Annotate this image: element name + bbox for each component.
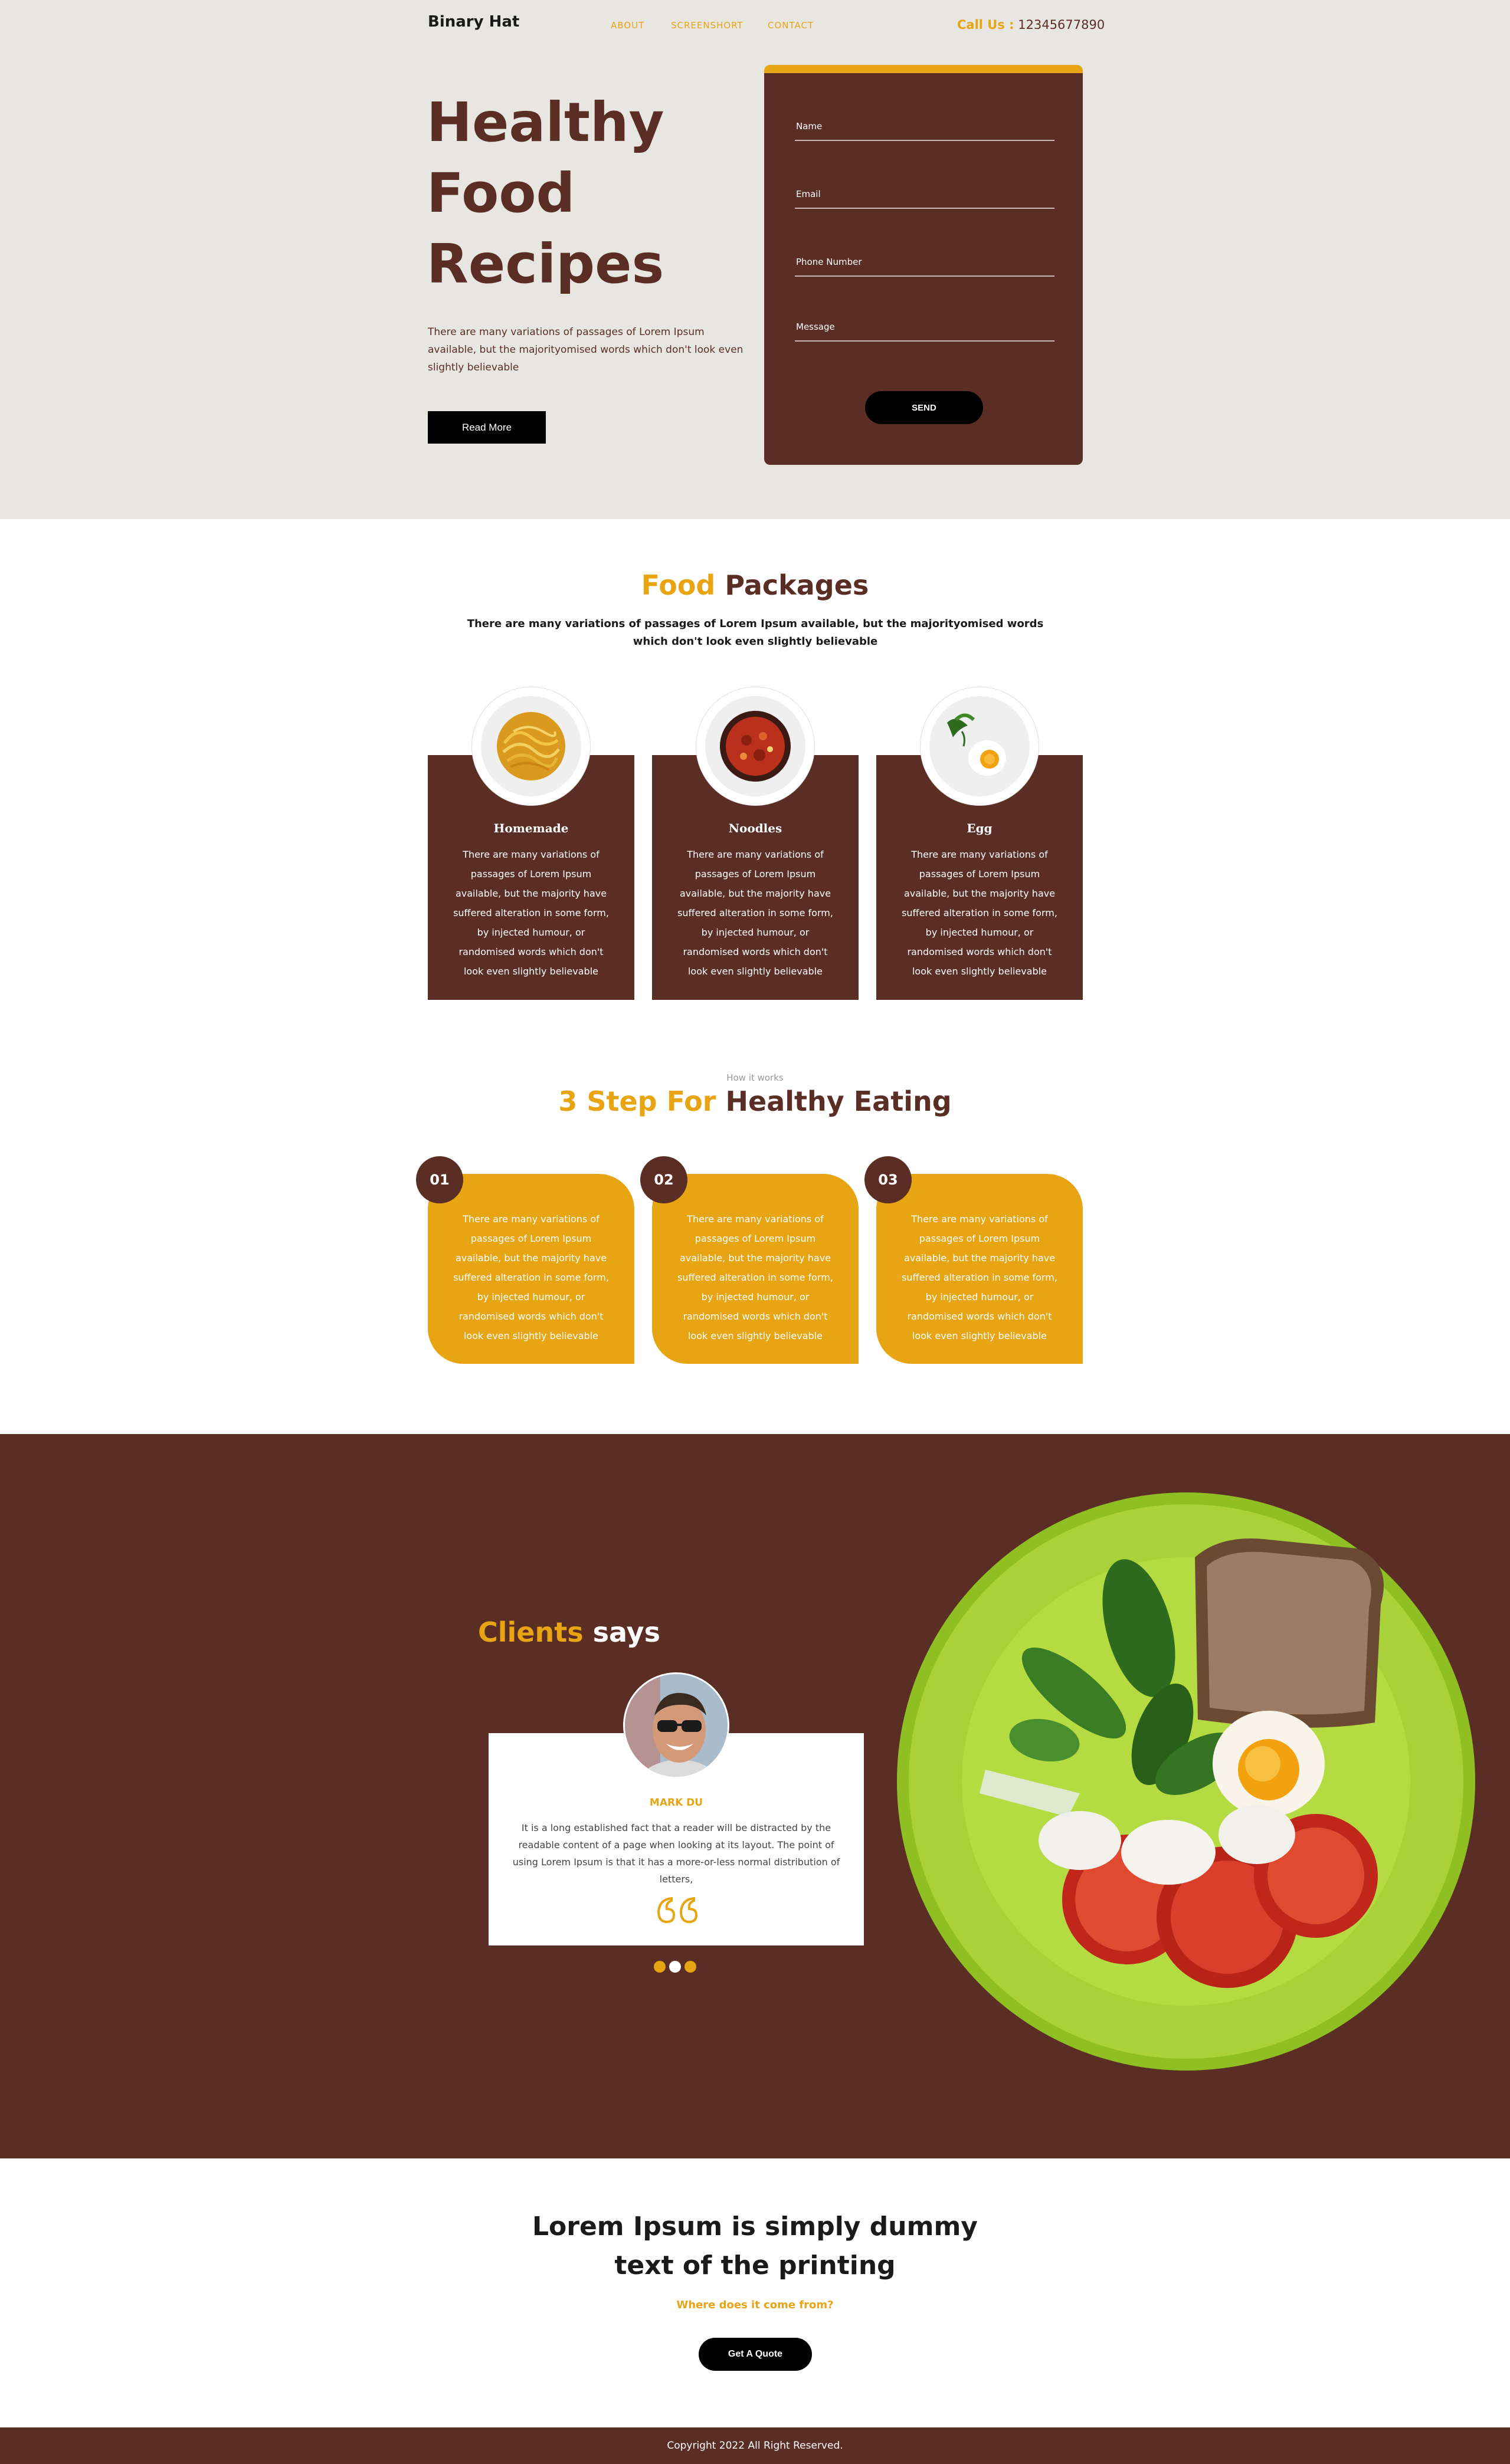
carousel-dot-1[interactable] bbox=[654, 1961, 666, 1973]
package-name: Egg bbox=[967, 821, 993, 835]
step-card-2: There are many variations of passages of… bbox=[652, 1174, 859, 1364]
egg-plate-image bbox=[921, 687, 1039, 805]
step-text: There are many variations of passages of… bbox=[902, 1213, 1057, 1341]
egg-icon bbox=[947, 713, 1006, 776]
step-card-1: There are many variations of passages of… bbox=[428, 1174, 634, 1364]
hero-section bbox=[0, 0, 1510, 519]
step-number-badge: 02 bbox=[640, 1156, 687, 1203]
contact-form: SEND bbox=[764, 65, 1083, 465]
packages-title: Food Packages bbox=[0, 569, 1510, 601]
noodles-bowl-image bbox=[696, 687, 814, 805]
nav-contact[interactable]: CONTACT bbox=[768, 20, 814, 31]
email-field bbox=[795, 188, 1054, 209]
steps-title-accent: 3 Step For bbox=[558, 1085, 716, 1117]
testimonial-text: It is a long established fact that a rea… bbox=[512, 1822, 840, 1885]
testimonial-name: MARK DU bbox=[649, 1797, 703, 1809]
pasta-plate-image bbox=[472, 687, 590, 805]
client-avatar bbox=[623, 1672, 729, 1779]
how-it-works-label: How it works bbox=[726, 1072, 784, 1083]
hero-title-line: Food bbox=[427, 162, 575, 225]
read-more-button[interactable]: Read More bbox=[428, 411, 546, 444]
call-number[interactable]: 12345677890 bbox=[1018, 18, 1105, 32]
step-card-3: There are many variations of passages of… bbox=[876, 1174, 1083, 1364]
packages-subtitle: There are many variations of passages of… bbox=[467, 618, 1044, 648]
hero-title-line: Healthy bbox=[427, 91, 664, 154]
clients-title-accent: Clients bbox=[478, 1616, 584, 1648]
phone-input[interactable] bbox=[795, 257, 1054, 275]
step-text: There are many variations of passages of… bbox=[453, 1213, 609, 1341]
nav-about[interactable]: ABOUT bbox=[611, 20, 644, 31]
plate-inner bbox=[929, 696, 1030, 796]
packages-title-accent: Food bbox=[641, 569, 716, 601]
phone-field bbox=[795, 256, 1054, 277]
name-input[interactable] bbox=[795, 121, 1054, 140]
salad-plate-image bbox=[897, 1492, 1475, 2071]
message-input[interactable] bbox=[795, 321, 1054, 340]
footer: Copyright 2022 All Right Reserved. bbox=[0, 2427, 1510, 2464]
cta-title-line: Lorem Ipsum is simply dummy bbox=[532, 2212, 978, 2242]
package-name: Homemade bbox=[493, 821, 569, 835]
package-text: There are many variations of passages of… bbox=[453, 849, 609, 977]
clients-title: Clients says bbox=[478, 1616, 660, 1648]
plate-inner bbox=[481, 696, 581, 796]
package-text: There are many variations of passages of… bbox=[677, 849, 833, 977]
avatar-photo bbox=[625, 1674, 728, 1777]
plate-inner bbox=[705, 696, 805, 796]
cta-title: Lorem Ipsum is simply dummy text of the … bbox=[0, 2207, 1510, 2285]
package-name: Noodles bbox=[728, 821, 782, 835]
hero-title: Healthy Food Recipes bbox=[427, 87, 733, 300]
send-button[interactable]: SEND bbox=[865, 391, 983, 424]
copyright-text: Copyright 2022 All Right Reserved. bbox=[667, 2440, 843, 2452]
soup-icon bbox=[720, 711, 791, 782]
step-number-badge: 03 bbox=[864, 1156, 912, 1203]
cta-title-line: text of the printing bbox=[614, 2250, 896, 2281]
call-us: Call Us : 12345677890 bbox=[957, 18, 1105, 32]
clients-title-rest: says bbox=[592, 1616, 660, 1648]
cta-subtitle: Where does it come from? bbox=[676, 2299, 834, 2311]
steps-title-rest: Healthy Eating bbox=[725, 1085, 952, 1117]
hero-description: There are many variations of passages of… bbox=[428, 326, 743, 373]
steps-title: 3 Step For Healthy Eating bbox=[0, 1085, 1510, 1117]
message-field bbox=[795, 321, 1054, 342]
get-quote-button[interactable]: Get A Quote bbox=[699, 2338, 812, 2371]
quote-icon bbox=[657, 1897, 698, 1924]
carousel-dot-2[interactable] bbox=[669, 1961, 681, 1973]
pasta-icon bbox=[497, 712, 565, 780]
logo[interactable]: Binary Hat bbox=[428, 13, 519, 31]
hero-title-line: Recipes bbox=[427, 232, 664, 296]
call-label: Call Us : bbox=[957, 18, 1014, 32]
email-input[interactable] bbox=[795, 189, 1054, 208]
name-field bbox=[795, 120, 1054, 141]
carousel-dot-3[interactable] bbox=[684, 1961, 696, 1973]
nav-screenshort[interactable]: SCREENSHORT bbox=[671, 20, 743, 31]
step-text: There are many variations of passages of… bbox=[677, 1213, 833, 1341]
package-text: There are many variations of passages of… bbox=[902, 849, 1057, 977]
step-number-badge: 01 bbox=[416, 1156, 463, 1203]
packages-title-rest: Packages bbox=[725, 569, 869, 601]
